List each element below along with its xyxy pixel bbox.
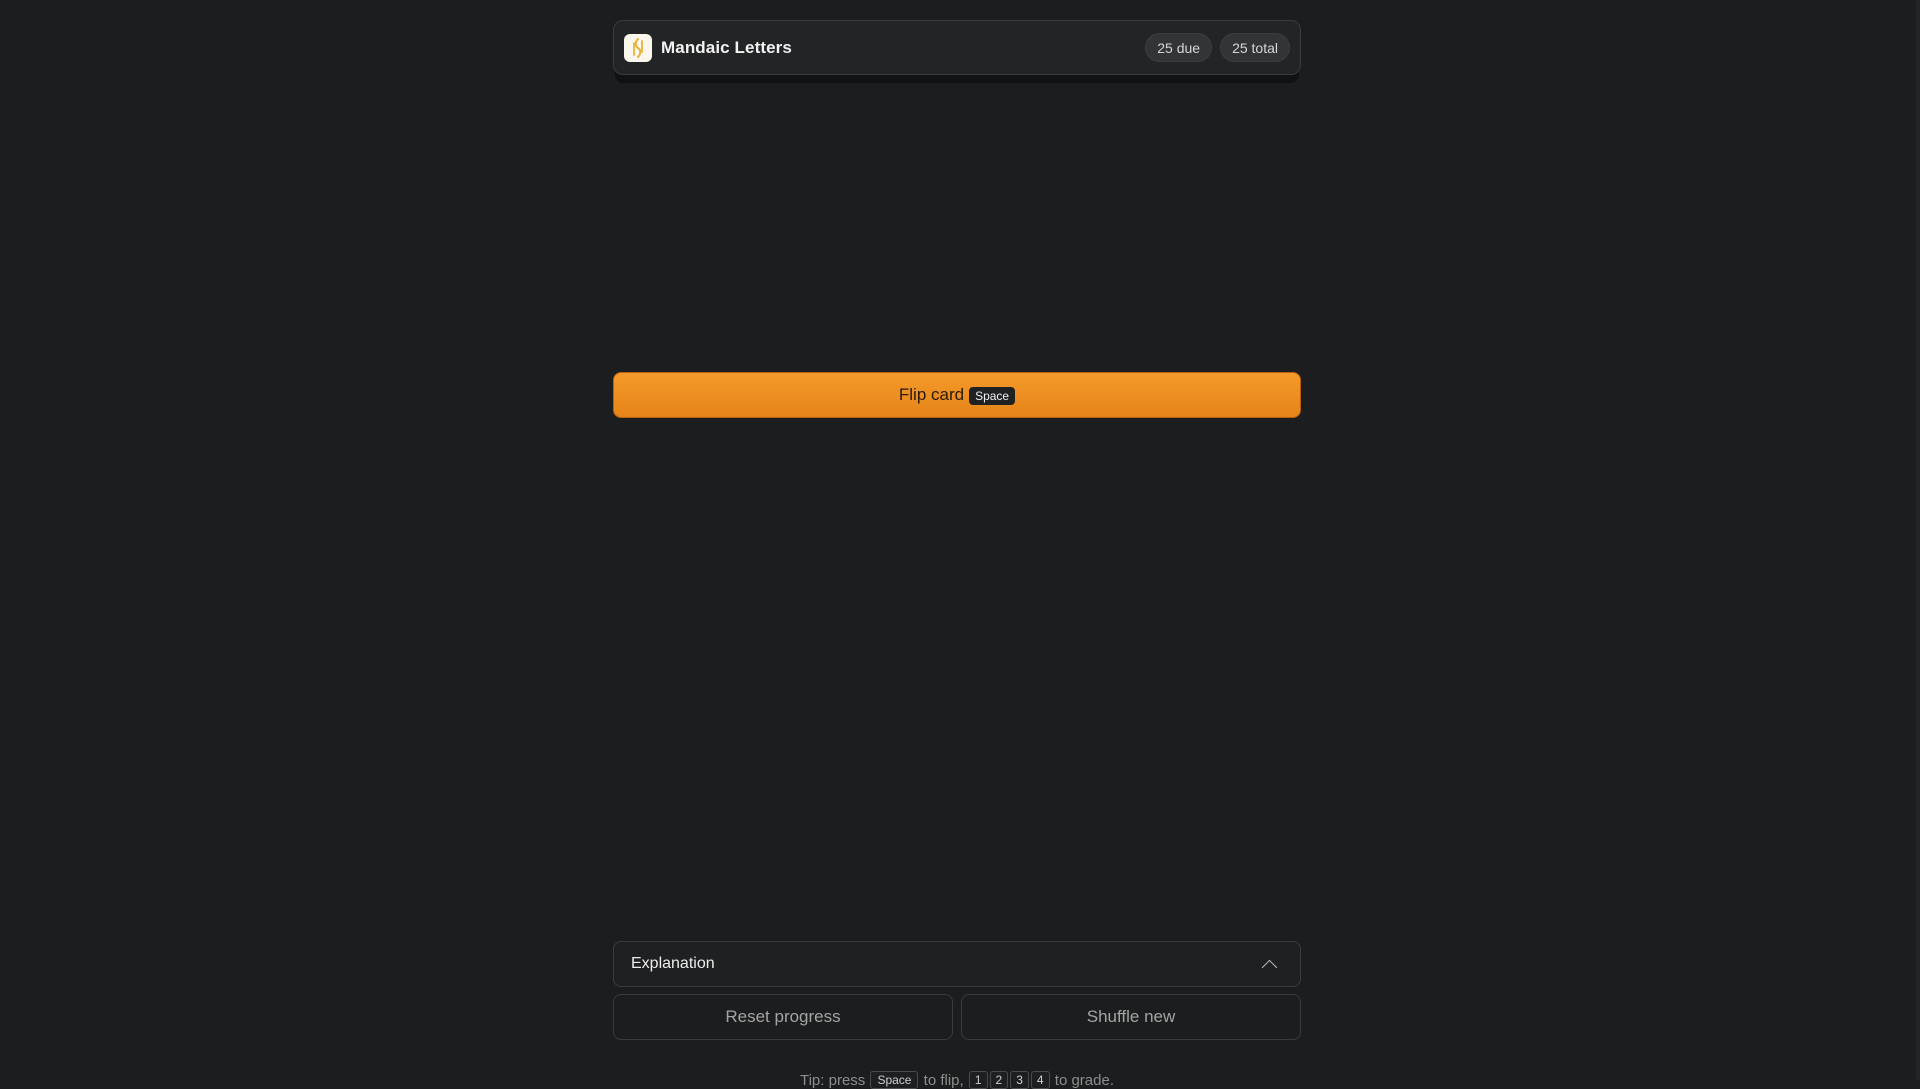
flip-card-label: Flip card [898, 385, 965, 404]
shuffle-new-button[interactable]: Shuffle new [961, 994, 1301, 1040]
tip-grade-key-1: 1 [968, 1071, 988, 1089]
chevron-up-icon [1261, 959, 1278, 975]
explanation-toggle[interactable]: Explanation [613, 941, 1301, 987]
tip-prefix: Tip: press [799, 1072, 866, 1089]
study-panel: Mandaic Letters 25 due 25 total Flip car… [613, 20, 1301, 1089]
tip-suffix: to grade. [1054, 1072, 1114, 1089]
explanation-label: Explanation [631, 955, 715, 972]
total-count-badge: 25 total [1220, 33, 1290, 62]
flip-card-button[interactable]: Flip card Space [613, 372, 1301, 418]
tip-middle: to flip, [923, 1072, 964, 1089]
page-scrollbar[interactable] [1916, 0, 1920, 1080]
due-count-badge: 25 due [1145, 33, 1213, 62]
tip-grade-key-4: 4 [1030, 1071, 1050, 1089]
deck-title: Mandaic Letters [661, 37, 792, 57]
tip-grade-key-3: 3 [1010, 1071, 1029, 1089]
reset-progress-button[interactable]: Reset progress [613, 994, 953, 1040]
flip-shortcut-key: Space [969, 387, 1016, 405]
deck-header: Mandaic Letters 25 due 25 total [613, 20, 1301, 75]
action-row: Reset progress Shuffle new [613, 994, 1301, 1040]
keyboard-tip: Tip: press Space to flip, 1234 to grade. [613, 1071, 1301, 1089]
mandaic-glyph-icon [624, 33, 652, 62]
tip-space-key: Space [870, 1071, 919, 1089]
tip-grade-key-2: 2 [989, 1071, 1009, 1089]
